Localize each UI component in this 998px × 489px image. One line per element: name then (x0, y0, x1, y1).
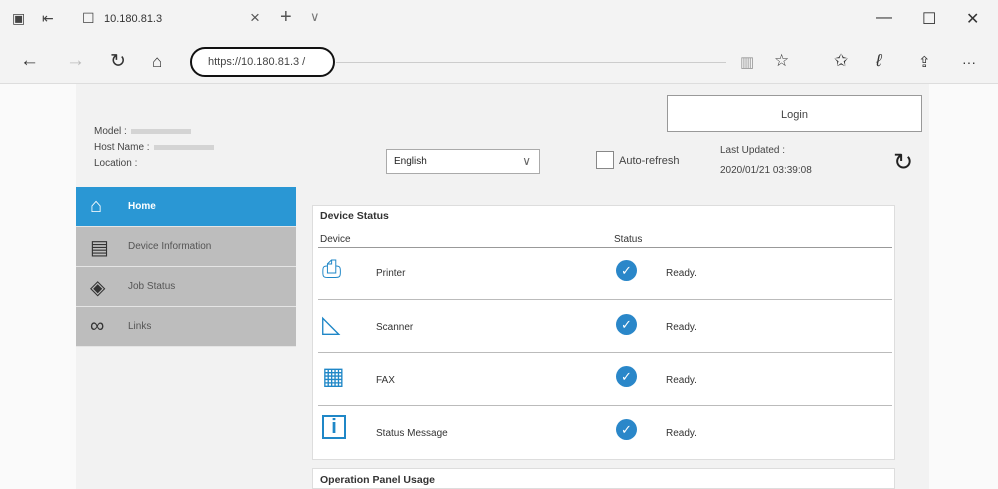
auto-refresh-checkbox[interactable] (596, 151, 614, 169)
info-icon: i (322, 415, 346, 439)
sidebar-item-label: Job Status (128, 281, 176, 292)
device-name: FAX (376, 375, 395, 386)
home-icon: ⌂ (90, 195, 103, 217)
address-bar[interactable]: https://10.180.81.3 / (190, 47, 335, 77)
host-name-label: Host Name : (94, 142, 150, 153)
last-updated-label: Last Updated : (720, 145, 786, 156)
favorite-star-icon[interactable]: ☆ (774, 51, 789, 71)
home-browser-icon[interactable]: ⌂ (152, 52, 162, 72)
device-name: Status Message (376, 428, 448, 439)
chevron-down-icon: ∨ (522, 154, 531, 168)
row-divider (318, 299, 892, 300)
row-divider (318, 405, 892, 406)
share-icon[interactable]: ⇪ (918, 53, 931, 71)
link-icon: ∞ (90, 315, 105, 337)
location-label: Location : (94, 158, 138, 169)
sidebar-item-device-information[interactable]: ▤ Device Information (76, 227, 296, 267)
set-aside-tabs-icon[interactable]: ⇤ (42, 10, 54, 27)
minimize-icon[interactable]: — (876, 9, 892, 27)
check-icon: ✓ (616, 314, 637, 335)
fax-icon: ▦ (322, 363, 345, 390)
new-tab-icon[interactable]: + (280, 6, 292, 29)
web-note-icon[interactable]: ℓ (876, 51, 882, 71)
device-name: Printer (376, 268, 406, 279)
printer-icon: ⎙ (322, 256, 342, 283)
model-value-blurred (130, 128, 191, 134)
device-name: Scanner (376, 322, 414, 333)
device-column-header: Device (320, 234, 351, 245)
favorites-hub-icon[interactable]: ✩ (834, 51, 848, 71)
device-status-title: Device Status (320, 210, 389, 222)
address-url: https://10.180.81.3 / (208, 56, 306, 68)
eye-icon: ◈ (90, 277, 106, 299)
tab-title[interactable]: 10.180.81.3 (104, 13, 162, 25)
auto-refresh-label[interactable]: Auto-refresh (619, 155, 680, 167)
host-value-blurred (153, 144, 214, 150)
header-divider (318, 247, 892, 248)
operation-panel-usage-title: Operation Panel Usage (320, 474, 435, 486)
check-icon: ✓ (616, 260, 637, 281)
reading-view-icon[interactable]: ▥ (740, 53, 754, 71)
device-status-value: Ready. (666, 375, 697, 386)
device-info-icon: ▤ (90, 237, 109, 259)
sidebar-item-label: Device Information (128, 241, 212, 252)
device-status-value: Ready. (666, 268, 697, 279)
row-divider (318, 352, 892, 353)
tab-list-chevron-icon[interactable]: ∨ (310, 9, 320, 25)
sidebar-item-label: Links (128, 321, 152, 332)
page-tab-icon: ☐ (82, 10, 95, 26)
device-status-value: Ready. (666, 428, 697, 439)
tab-actions-icon[interactable]: ▣ (12, 10, 25, 27)
address-bar-underline (336, 62, 726, 63)
sidebar-item-home[interactable]: ⌂ Home (76, 187, 296, 227)
device-status-value: Ready. (666, 322, 697, 333)
model-label: Model : (94, 126, 127, 137)
check-icon: ✓ (616, 366, 637, 387)
back-icon[interactable]: ← (20, 50, 39, 72)
sidebar-item-label: Home (128, 201, 156, 212)
refresh-icon[interactable]: ↻ (893, 148, 913, 177)
forward-icon[interactable]: → (66, 50, 85, 72)
check-icon: ✓ (616, 419, 637, 440)
browser-nav-bar: ← → ↻ ⌂ https://10.180.81.3 / ▥ ☆ ✩ ℓ ⇪ … (0, 40, 998, 84)
status-column-header: Status (614, 234, 643, 245)
browser-tab-bar: ▣ ⇤ ☐ 10.180.81.3 × + ∨ — ☐ ✕ (0, 0, 998, 40)
maximize-icon[interactable]: ☐ (922, 9, 936, 29)
reload-icon[interactable]: ↻ (110, 50, 126, 73)
scanner-icon: ◺ (322, 311, 341, 338)
window-close-icon[interactable]: ✕ (966, 9, 979, 29)
sidebar-item-job-status[interactable]: ◈ Job Status (76, 267, 296, 307)
language-value: English (394, 156, 427, 167)
tab-close-icon[interactable]: × (250, 8, 260, 28)
login-button[interactable]: Login (667, 95, 922, 132)
device-info-block: Model : Host Name : Location : (94, 124, 214, 172)
more-icon[interactable]: ··· (962, 54, 976, 70)
language-select[interactable]: English ∨ (386, 149, 540, 174)
last-updated-value: 2020/01/21 03:39:08 (720, 165, 812, 176)
sidebar-item-links[interactable]: ∞ Links (76, 307, 296, 347)
